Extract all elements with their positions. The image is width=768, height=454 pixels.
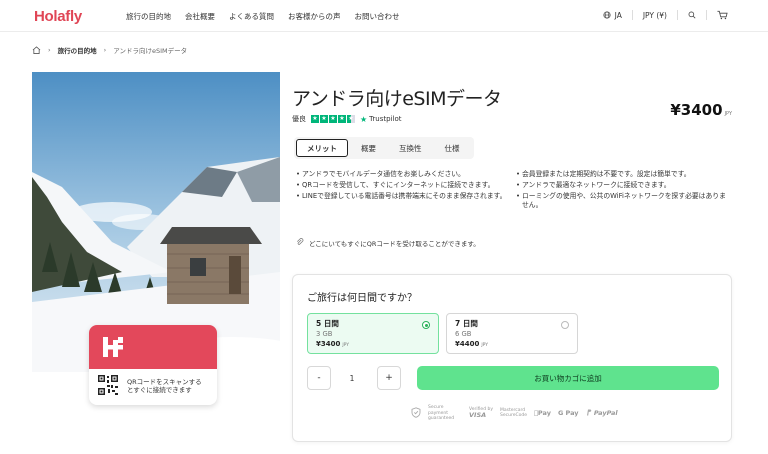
plan-option-7-days[interactable]: 7 日間 6 GB ¥4400 JPY: [446, 313, 578, 354]
list-item: ローミングの使用や、公共のWiFiネットワークを探す必要はありません。: [516, 192, 732, 210]
plan-price: ¥4400 JPY: [455, 340, 489, 348]
quantity-decrease-button[interactable]: -: [307, 366, 331, 390]
star-half-icon: ★: [347, 115, 355, 123]
plan-data: 6 GB: [455, 330, 472, 338]
rating-row: 優良 ★ ★ ★ ★ ★ ★ Trustpilot: [292, 114, 402, 124]
rating-stars: ★ ★ ★ ★ ★: [311, 115, 355, 123]
secure-payment-text: Secure payment guaranteed: [428, 405, 455, 421]
chevron-right-icon: ›: [48, 46, 51, 54]
payment-methods: Secure payment guaranteed Verified by VIS…: [411, 405, 618, 422]
esim-card-badge: QRコードをスキャンするとすぐに接続できます: [89, 325, 217, 405]
divider: [631, 10, 633, 20]
booking-title: ご旅行は何日間ですか？: [307, 293, 417, 304]
card-header: [89, 325, 217, 369]
nav-about[interactable]: 会社概要: [185, 11, 215, 22]
product-tabs: メリット 概要 互換性 仕様: [294, 137, 474, 159]
language-selector[interactable]: JA: [615, 11, 622, 20]
qr-code-icon: [97, 374, 119, 398]
rating-label: 優良: [292, 115, 306, 123]
tab-compatibility[interactable]: 互換性: [389, 139, 432, 157]
currency-selector[interactable]: JPY (¥): [643, 11, 667, 20]
plan-price: ¥3400 JPY: [316, 340, 350, 348]
qr-scan-text: QRコードをスキャンするとすぐに接続できます: [127, 378, 202, 394]
plan-option-5-days[interactable]: 5 日間 3 GB ¥3400 JPY: [307, 313, 439, 354]
list-item: アンドラで最適なネットワークに接続できます。: [516, 181, 732, 190]
cart-icon[interactable]: [717, 10, 728, 20]
divider: [706, 10, 707, 20]
verified-by-visa: Verified by VISA: [469, 407, 494, 419]
qr-note: どこにいてもすぐにQRコードを受け取ることができます。: [296, 238, 480, 248]
tab-benefits[interactable]: メリット: [296, 139, 348, 157]
site-header: Holafly 旅行の目的地 会社概要 よくある質問 お客様からの声 お問い合わ…: [0, 0, 768, 32]
apple-pay-logo: Pay: [534, 409, 551, 418]
paperclip-icon: [296, 238, 304, 248]
nav-faq[interactable]: よくある質問: [229, 11, 274, 22]
booking-card: ご旅行は何日間ですか？ 5 日間 3 GB ¥3400 JPY 7 日間 6 GB…: [292, 274, 732, 442]
plan-radio[interactable]: [422, 321, 430, 329]
trustpilot-logo[interactable]: ★ Trustpilot: [360, 115, 402, 124]
plan-days: 5 日間: [316, 319, 339, 328]
nav-contact[interactable]: お問い合わせ: [355, 11, 400, 22]
list-item: LINEで登録している電話番号は携帯端末にそのまま保存されます。: [296, 192, 512, 201]
plan-data: 3 GB: [316, 330, 333, 338]
quantity-increase-button[interactable]: +: [377, 366, 401, 390]
list-item: アンドラでモバイルデータ通信をお楽しみください。: [296, 170, 512, 179]
nav-destinations[interactable]: 旅行の目的地: [126, 11, 171, 22]
star-icon: ★: [329, 115, 337, 123]
benefits-column-right: 会員登録または定期契約は不要です。設定は簡単です。 アンドラで最適なネットワーク…: [516, 170, 732, 212]
chevron-right-icon: ›: [103, 46, 107, 54]
holafly-logo[interactable]: Holafly: [34, 8, 82, 25]
star-icon: ★: [311, 115, 319, 123]
star-icon: ★: [338, 115, 346, 123]
paypal-logo: PayPal: [586, 409, 618, 417]
header-tools: JA JPY (¥): [603, 10, 728, 20]
star-icon: ★: [320, 115, 328, 123]
shield-icon: [411, 407, 421, 420]
trustpilot-star-icon: ★: [360, 114, 368, 124]
list-item: 会員登録または定期契約は不要です。設定は簡単です。: [516, 170, 732, 179]
plan-days: 7 日間: [455, 319, 478, 328]
home-icon[interactable]: [32, 46, 41, 54]
qr-row: QRコードをスキャンするとすぐに接続できます: [89, 369, 217, 403]
product-price: ¥3400 JPY: [670, 101, 732, 119]
mastercard-securecode: Mastercard SecureCode: [500, 407, 528, 419]
breadcrumb: › 旅行の目的地 › アンドラ向けeSIMデータ: [32, 45, 187, 55]
list-item: QRコードを受信して、すぐにインターネットに接続できます。: [296, 181, 512, 190]
breadcrumb-current: アンドラ向けeSIMデータ: [113, 47, 188, 55]
tab-overview[interactable]: 概要: [351, 139, 386, 157]
quantity-value[interactable]: 1: [344, 366, 360, 390]
plan-radio[interactable]: [561, 321, 569, 329]
benefits-list: アンドラでモバイルデータ通信をお楽しみください。 QRコードを受信して、すぐにイ…: [296, 170, 732, 212]
search-icon[interactable]: [688, 11, 696, 19]
add-to-cart-button[interactable]: お買い物カゴに追加: [417, 366, 719, 390]
benefits-column-left: アンドラでモバイルデータ通信をお楽しみください。 QRコードを受信して、すぐにイ…: [296, 170, 512, 212]
page-title: アンドラ向けeSIMデータ: [292, 88, 502, 110]
breadcrumb-destinations[interactable]: 旅行の目的地: [58, 45, 97, 55]
google-pay-logo: G Pay: [554, 409, 579, 418]
main-nav: 旅行の目的地 会社概要 よくある質問 お客様からの声 お問い合わせ: [126, 11, 400, 22]
globe-icon[interactable]: [603, 11, 611, 19]
nav-reviews[interactable]: お客様からの声: [288, 11, 341, 22]
divider: [677, 10, 678, 20]
tab-specs[interactable]: 仕様: [435, 139, 470, 157]
